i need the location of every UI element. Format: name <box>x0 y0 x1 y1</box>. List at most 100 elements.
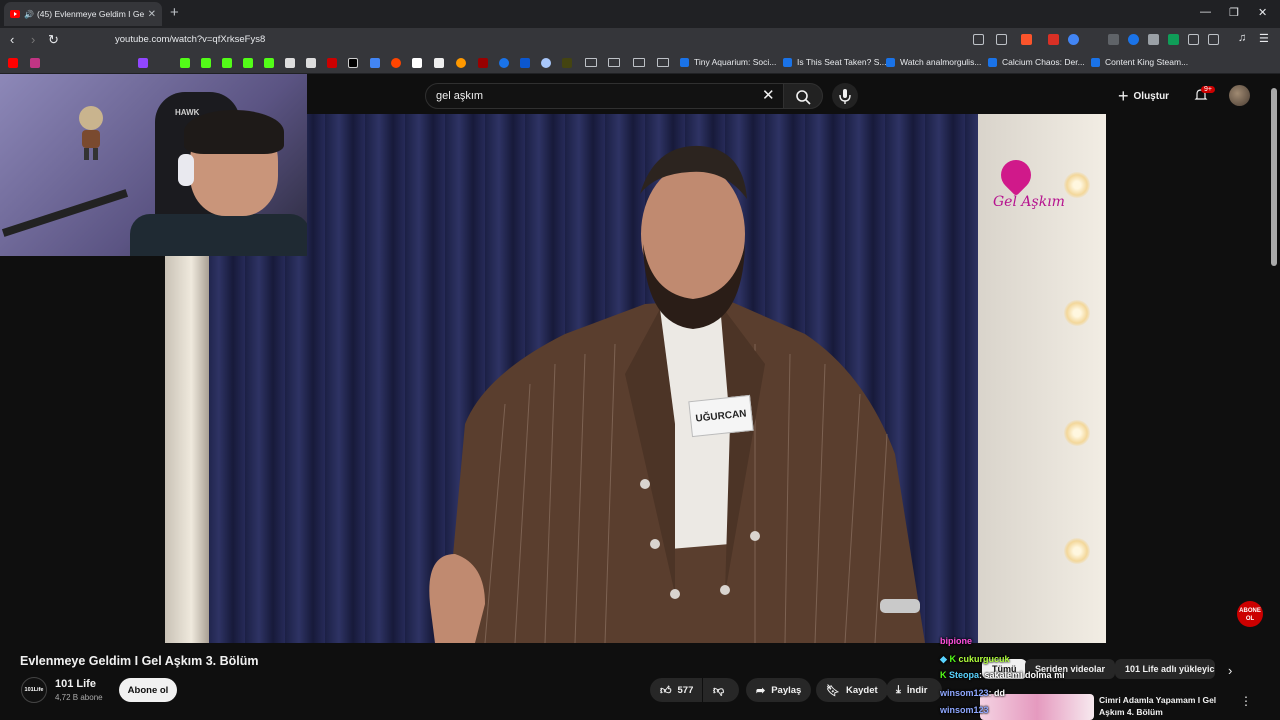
create-button[interactable]: + Oluştur <box>1118 84 1169 108</box>
share-icon: ➦ <box>756 684 766 697</box>
forward-icon[interactable]: › <box>31 32 35 47</box>
chip-uploader[interactable]: 101 Life adlı yükleyic <box>1115 659 1215 679</box>
share-label: Paylaş <box>771 684 802 696</box>
bookmark-icon[interactable] <box>478 58 488 68</box>
kick-badge-icon: K <box>940 670 947 680</box>
kick-bookmark-icon[interactable] <box>201 58 211 68</box>
folder-icon[interactable] <box>657 58 669 67</box>
save-label: Kaydet <box>845 684 878 696</box>
brave-shield-icon[interactable] <box>1021 34 1032 45</box>
bookmark-icon[interactable] <box>264 58 274 68</box>
profile-avatar[interactable] <box>1229 85 1250 106</box>
bookmark-link[interactable]: Is This Seat Taken? S... <box>783 57 886 67</box>
steam-icon <box>680 57 689 67</box>
like-button[interactable]: 👍︎ 577 <box>650 678 702 702</box>
chat-badge-icon: ◆ <box>940 654 947 664</box>
bookmark-icon: 🔖︎ <box>826 684 840 697</box>
chair-brand: HAWK <box>175 108 200 117</box>
kick-badge-icon: K <box>949 654 956 664</box>
x-bookmark-icon[interactable] <box>348 58 358 68</box>
cast-icon[interactable] <box>973 34 984 45</box>
browser-menu-icon[interactable]: ☰ <box>1259 32 1269 45</box>
bookmark-label: Watch analmorgulis... <box>900 57 982 67</box>
thumbs-up-icon: 👍︎ <box>660 684 672 697</box>
search-button[interactable] <box>783 83 823 109</box>
extension-icon[interactable] <box>1148 34 1159 45</box>
download-icon: ⤓ <box>896 683 901 696</box>
folder-icon[interactable] <box>585 58 597 67</box>
bookmark-link[interactable]: Watch analmorgulis... <box>886 57 981 67</box>
notification-badge: 9+ <box>1201 86 1215 93</box>
extension-icon[interactable] <box>1128 34 1139 45</box>
browser-tab[interactable]: 🔊 (45) Evlenmeye Geldim I Gel A ✕ <box>4 2 162 26</box>
dislike-button[interactable]: 👎︎ <box>703 678 739 702</box>
bookmark-link[interactable]: Tiny Aquarium: Soci... <box>680 57 776 67</box>
extension-icon[interactable] <box>1168 34 1179 45</box>
save-button[interactable]: 🔖︎ Kaydet <box>816 678 888 702</box>
folder-icon[interactable] <box>633 58 645 67</box>
amazon-bookmark-icon[interactable] <box>434 58 444 68</box>
back-icon[interactable]: ‹ <box>10 32 14 47</box>
bookmark-label: Is This Seat Taken? S... <box>797 57 887 67</box>
bookmark-icon[interactable] <box>327 58 337 68</box>
clear-search-icon[interactable]: ✕ <box>762 86 775 104</box>
streamer-body <box>130 214 307 256</box>
minimize-icon[interactable]: — <box>1200 6 1211 18</box>
kick-bookmark-icon[interactable] <box>222 58 232 68</box>
search-input[interactable]: gel aşkım <box>425 83 785 109</box>
share-button[interactable]: ➦ Paylaş <box>746 678 812 702</box>
reload-icon[interactable]: ↻ <box>48 32 59 48</box>
bookmark-icon[interactable] <box>520 58 530 68</box>
bookmark-icon[interactable] <box>541 58 551 68</box>
download-button[interactable]: ⤓ İndir <box>886 678 942 702</box>
bookmark-icon[interactable] <box>456 58 466 68</box>
bookmark-icon[interactable] <box>306 58 316 68</box>
scrollbar[interactable] <box>1271 88 1277 266</box>
streamer-hair <box>184 110 284 154</box>
twitch-bookmark-icon[interactable] <box>138 58 148 68</box>
show-logo: Gel Aşkım <box>993 194 1065 210</box>
bookmark-icon[interactable] <box>285 58 295 68</box>
reddit-bookmark-icon[interactable] <box>391 58 401 68</box>
sidebar-icon[interactable] <box>1208 34 1219 45</box>
youtube-bookmark-icon[interactable] <box>8 58 18 68</box>
chat-text: dd <box>994 688 1006 698</box>
speaker-icon[interactable]: 🔊 <box>24 10 34 19</box>
extension-icon[interactable] <box>1068 34 1079 45</box>
bookmark-link[interactable]: Content King Steam... <box>1091 57 1188 67</box>
channel-avatar[interactable]: 101Life <box>21 677 47 703</box>
extensions-puzzle-icon[interactable] <box>1188 34 1199 45</box>
recommended-video-title[interactable]: Cimri Adamla Yapamam I Gel Aşkım 4. Bölü… <box>1099 694 1229 718</box>
voice-search-button[interactable] <box>832 83 858 109</box>
like-count: 577 <box>677 684 694 696</box>
steam-icon <box>988 57 997 67</box>
share-page-icon[interactable] <box>996 34 1007 45</box>
bookmark-icon[interactable] <box>499 58 509 68</box>
steam-icon <box>1091 57 1100 67</box>
chevron-right-icon[interactable]: › <box>1228 663 1232 678</box>
browser-tab-bar: 🔊 (45) Evlenmeye Geldim I Gel A ✕ + — ❐ … <box>0 0 1280 28</box>
restore-icon[interactable]: ❐ <box>1229 6 1239 19</box>
extension-icon[interactable] <box>1108 34 1119 45</box>
bookmark-icon[interactable] <box>370 58 380 68</box>
chat-user: cukurgucuk <box>958 654 1010 664</box>
more-options-icon[interactable]: ⋮ <box>1240 694 1252 708</box>
subscribe-overlay-badge[interactable]: ABONE OL <box>1237 601 1263 627</box>
bookmark-icon[interactable] <box>243 58 253 68</box>
instagram-bookmark-icon[interactable] <box>30 58 40 68</box>
extension-icon[interactable] <box>1048 34 1059 45</box>
url-field[interactable]: youtube.com/watch?v=qfXrkseFys8 <box>115 34 265 45</box>
close-tab-icon[interactable]: ✕ <box>148 9 156 20</box>
kick-bookmark-icon[interactable] <box>180 58 190 68</box>
subscribe-button[interactable]: Abone ol <box>119 678 177 702</box>
folder-icon[interactable] <box>608 58 620 67</box>
new-tab-icon[interactable]: + <box>170 4 179 21</box>
microphone-icon <box>839 89 851 104</box>
chat-message: winsom123: dd <box>940 688 1006 698</box>
bookmark-icon[interactable] <box>562 58 572 68</box>
bookmark-link[interactable]: Calcium Chaos: Der... <box>988 57 1085 67</box>
close-window-icon[interactable]: ✕ <box>1258 6 1267 19</box>
media-control-icon[interactable]: ♫ <box>1238 32 1246 44</box>
channel-name[interactable]: 101 Life <box>55 678 96 690</box>
bookmark-icon[interactable] <box>412 58 422 68</box>
